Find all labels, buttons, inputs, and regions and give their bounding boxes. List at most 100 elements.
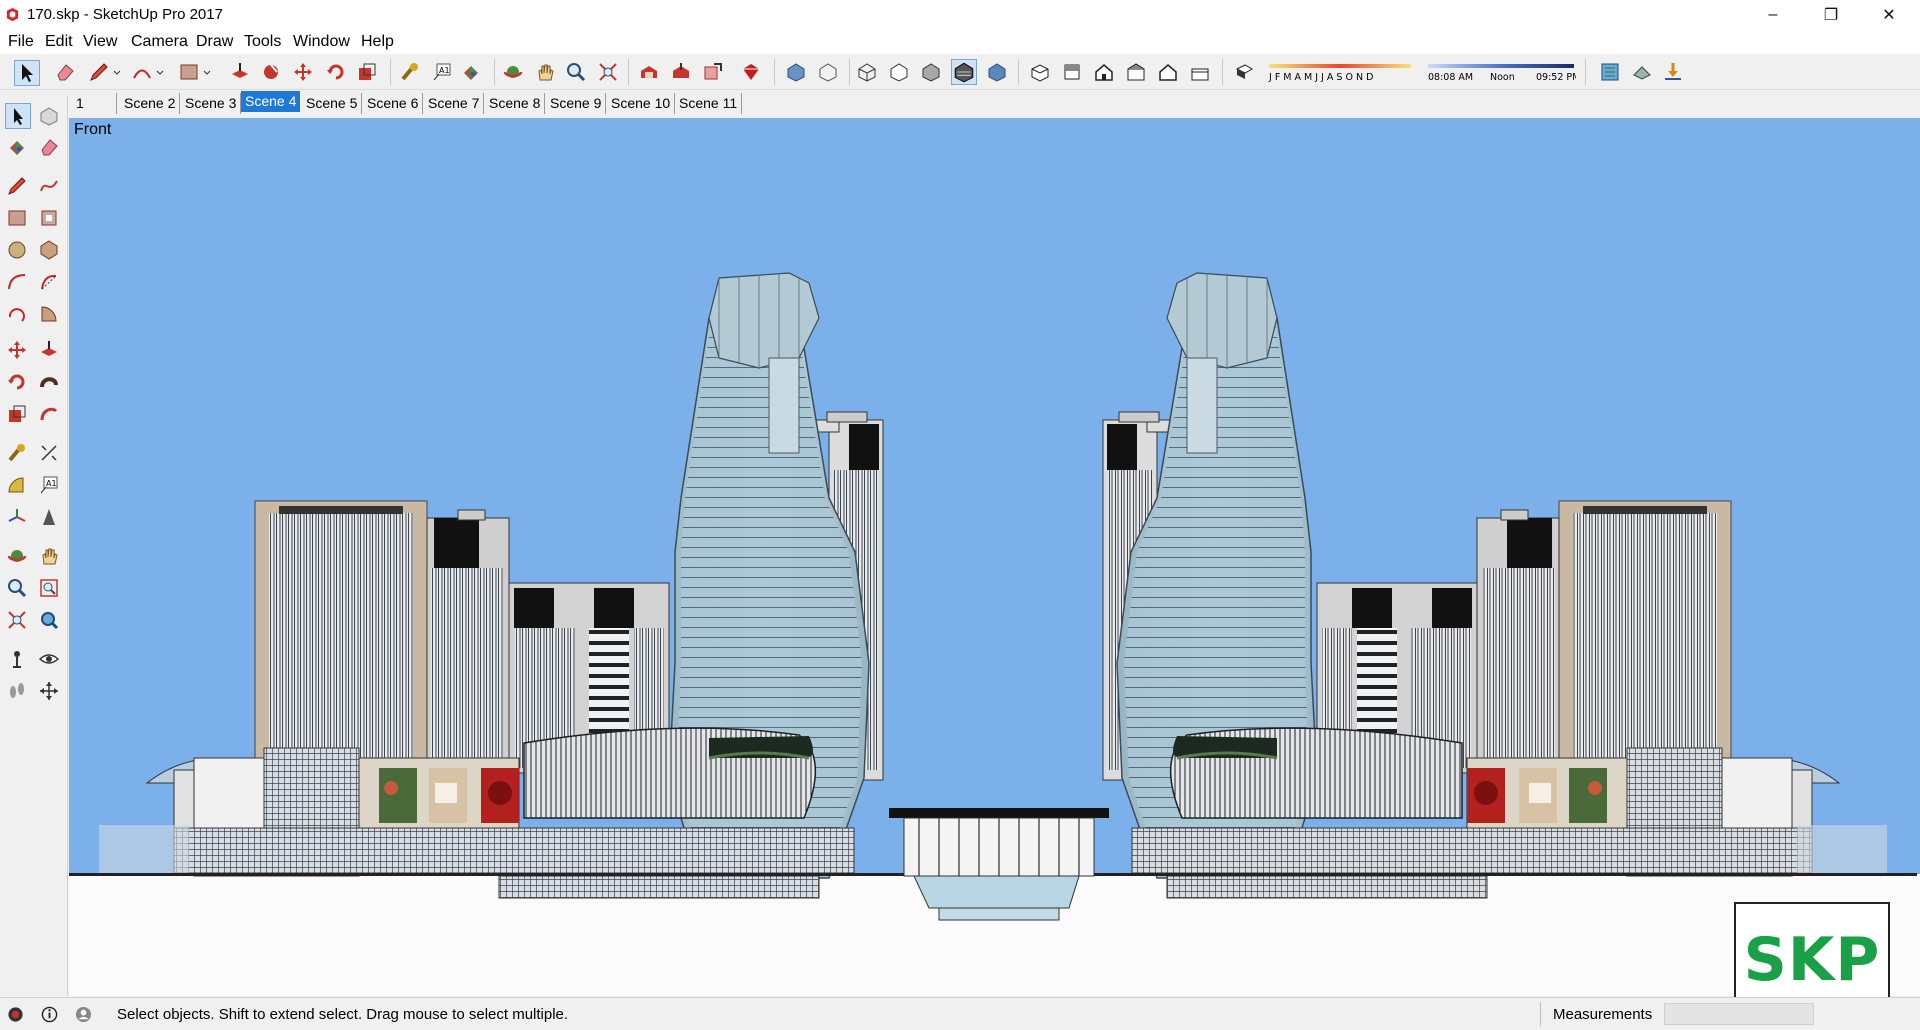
menu-edit[interactable]: Edit — [45, 33, 73, 51]
hidden-line-style-icon[interactable] — [888, 61, 910, 83]
select-tool-button[interactable] — [14, 60, 40, 86]
close-button[interactable]: ✕ — [1860, 0, 1918, 30]
iso-view-icon[interactable] — [1029, 61, 1051, 83]
rectangle-icon[interactable] — [178, 61, 200, 83]
scene-tab-10[interactable]: Scene 10 — [607, 93, 676, 114]
rotated-rectangle-icon[interactable] — [38, 207, 60, 229]
top-view-icon[interactable] — [1061, 61, 1083, 83]
menu-draw[interactable]: Draw — [196, 33, 233, 51]
share-model-icon[interactable] — [670, 61, 692, 83]
dimension-icon[interactable] — [38, 442, 60, 464]
photo-textures-icon[interactable] — [1662, 61, 1684, 83]
zoom-icon[interactable] — [565, 61, 587, 83]
arc-icon[interactable] — [131, 61, 153, 83]
text-tool-icon[interactable]: A1 — [38, 474, 60, 496]
pie-icon[interactable] — [38, 303, 60, 325]
scene-tab-7[interactable]: Scene 7 — [424, 93, 485, 114]
shadow-time-slider[interactable]: 08:08 AM Noon 09:52 PM — [1426, 62, 1576, 84]
rectangle-icon[interactable] — [6, 207, 28, 229]
restore-button[interactable]: ❐ — [1802, 0, 1860, 30]
menu-tools[interactable]: Tools — [244, 33, 281, 51]
paint-bucket-icon[interactable] — [460, 61, 482, 83]
xray-style-icon[interactable] — [785, 61, 807, 83]
minimize-button[interactable]: – — [1744, 0, 1802, 30]
scene-tab-4-active[interactable]: Scene 4 — [241, 91, 301, 112]
extension-warehouse-icon[interactable] — [740, 61, 762, 83]
menu-window[interactable]: Window — [293, 33, 350, 51]
shaded-textures-style-button[interactable] — [951, 59, 977, 85]
look-around-icon[interactable] — [38, 648, 60, 670]
select-tool-button[interactable] — [5, 103, 31, 129]
orbit-icon[interactable] — [6, 545, 28, 567]
push-pull-icon[interactable] — [38, 339, 60, 361]
three-point-arc-icon[interactable] — [6, 303, 28, 325]
scene-tab-8[interactable]: Scene 8 — [485, 93, 546, 114]
pan-hand-icon[interactable] — [38, 545, 60, 567]
rotate-icon[interactable] — [325, 61, 347, 83]
zoom-extents-icon[interactable] — [6, 609, 28, 631]
scene-tab-6[interactable]: Scene 6 — [363, 93, 424, 114]
geo-location-status-icon[interactable] — [7, 1006, 24, 1023]
warehouse-icon[interactable] — [638, 61, 660, 83]
section-plane-icon[interactable] — [38, 680, 60, 702]
chevron-down-icon[interactable] — [112, 61, 122, 83]
add-location-icon[interactable] — [1631, 61, 1653, 83]
right-view-icon[interactable] — [1125, 61, 1147, 83]
front-view-icon[interactable] — [1093, 61, 1115, 83]
chevron-down-icon[interactable] — [155, 61, 165, 83]
text-tool-icon[interactable]: A1 — [431, 61, 453, 83]
scale-icon[interactable] — [6, 403, 28, 425]
walk-icon[interactable] — [6, 680, 28, 702]
wireframe-style-icon[interactable] — [856, 61, 878, 83]
scene-tab-2[interactable]: Scene 2 — [120, 93, 181, 114]
scene-tab-5[interactable]: Scene 5 — [302, 93, 363, 114]
scale-icon[interactable] — [356, 61, 378, 83]
user-account-icon[interactable] — [75, 1006, 92, 1023]
3d-text-icon[interactable] — [38, 506, 60, 528]
menu-view[interactable]: View — [83, 33, 117, 51]
protractor-icon[interactable] — [6, 474, 28, 496]
monochrome-style-icon[interactable] — [986, 61, 1008, 83]
make-component-icon[interactable] — [38, 105, 60, 127]
left-view-icon[interactable] — [1189, 61, 1211, 83]
model-viewport[interactable]: Front — [69, 118, 1920, 996]
move-icon[interactable] — [6, 339, 28, 361]
back-edges-style-icon[interactable] — [817, 61, 839, 83]
tape-measure-icon[interactable] — [6, 442, 28, 464]
shaded-style-icon[interactable] — [920, 61, 942, 83]
scene-tab-3[interactable]: Scene 3 — [181, 93, 242, 114]
menu-help[interactable]: Help — [361, 33, 394, 51]
two-point-arc-icon[interactable] — [38, 271, 60, 293]
pan-hand-icon[interactable] — [534, 61, 556, 83]
pencil-icon[interactable] — [88, 61, 110, 83]
menu-file[interactable]: File — [8, 33, 34, 51]
geo-location-icon[interactable] — [1599, 61, 1621, 83]
follow-me-icon[interactable] — [38, 371, 60, 393]
scene-tab-1[interactable]: 1 — [72, 93, 117, 114]
push-pull-icon[interactable] — [229, 61, 251, 83]
shadows-toggle-icon[interactable] — [1233, 61, 1255, 83]
zoom-window-icon[interactable] — [38, 577, 60, 599]
zoom-extents-icon[interactable] — [597, 61, 619, 83]
move-icon[interactable] — [292, 61, 314, 83]
zoom-icon[interactable] — [6, 577, 28, 599]
position-camera-icon[interactable] — [6, 648, 28, 670]
polygon-icon[interactable] — [38, 239, 60, 261]
arc-icon[interactable] — [6, 271, 28, 293]
share-component-icon[interactable] — [702, 61, 724, 83]
shadow-date-slider[interactable]: J F M A M J J A S O N D — [1267, 62, 1415, 84]
previous-view-icon[interactable] — [38, 609, 60, 631]
measurements-input[interactable] — [1664, 1003, 1814, 1025]
chevron-down-icon[interactable] — [202, 61, 212, 83]
orbit-icon[interactable] — [502, 61, 524, 83]
tape-measure-icon[interactable] — [399, 61, 421, 83]
menu-camera[interactable]: Camera — [131, 33, 188, 51]
eraser-icon[interactable] — [54, 61, 76, 83]
offset-icon[interactable] — [38, 403, 60, 425]
line-tool-icon[interactable] — [6, 175, 28, 197]
credits-info-icon[interactable] — [41, 1006, 58, 1023]
follow-me-icon[interactable] — [260, 61, 282, 83]
scene-tab-11[interactable]: Scene 11 — [675, 93, 743, 114]
circle-icon[interactable] — [6, 239, 28, 261]
axes-icon[interactable] — [6, 506, 28, 528]
